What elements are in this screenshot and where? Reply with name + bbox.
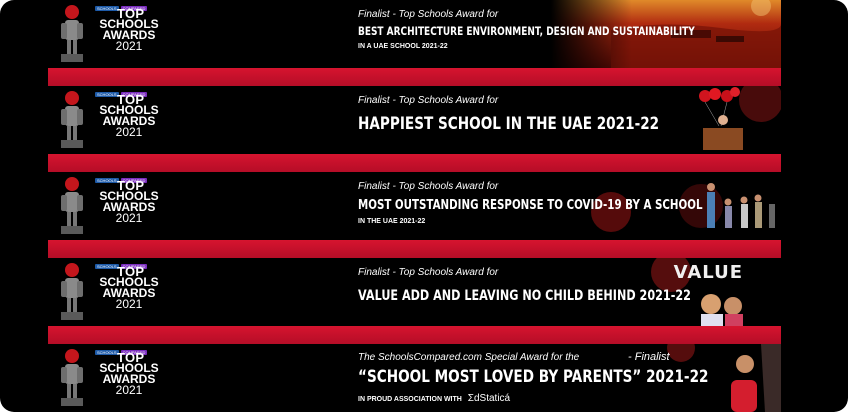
top-schools-awards-logo: SCHOOLS COMPARED TOP SCHOOLS AWARDS 2021 [48,86,168,154]
top-schools-awards-logo: SCHOOLS COMPARED TOP SCHOOLS AWARDS 2021 [48,0,168,68]
award-text: Finalist - Top Schools Award for HAPPIES… [356,86,696,154]
logo-wordmark: TOP SCHOOLS AWARDS 2021 [95,7,163,53]
award-title: MOST OUTSTANDING RESPONSE TO COVID-19 BY… [358,198,703,213]
trophy-icon [61,349,83,406]
award-text: The SchoolsCompared.com Special Award fo… [356,344,709,412]
award-title: BEST ARCHITECTURE ENVIRONMENT, DESIGN AN… [358,24,695,38]
logo-wordmark: TOP SCHOOLS AWARDS 2021 [95,179,163,225]
award-kicker: Finalist - Top Schools Award for [358,95,499,106]
divider-bar [48,154,781,172]
award-text: Finalist - Top Schools Award for BEST AR… [356,0,696,68]
award-kicker: The SchoolsCompared.com Special Award fo… [358,352,580,363]
logo-line-4: 2021 [115,39,143,53]
award-banner-happiest: SCHOOLS COMPARED TOP SCHOOLS AWARDS 2021… [48,86,781,154]
award-kicker: Finalist - Top Schools Award for [358,181,499,192]
award-banner-covid: SCHOOLS COMPARED TOP SCHOOLS AWARDS 2021… [48,172,781,240]
award-kicker: Finalist - Top Schools Award for [358,267,499,278]
logo-wordmark: TOP SCHOOLS AWARDS 2021 [95,351,163,397]
awards-banner-stack: SCHOOLS COMPARED TOP SCHOOLS AWARDS 2021… [0,0,848,412]
top-schools-awards-logo: SCHOOLS COMPARED TOP SCHOOLS AWARDS 2021 [48,258,168,326]
divider-bar [48,326,781,344]
logo-line-4: 2021 [115,383,143,397]
top-schools-awards-logo: SCHOOLS COMPARED TOP SCHOOLS AWARDS 2021 [48,344,168,412]
logo-line-4: 2021 [115,211,143,225]
logo-wordmark: TOP SCHOOLS AWARDS 2021 [95,265,163,311]
trophy-icon [61,91,83,148]
association-text: IN PROUD ASSOCIATION WITH [358,396,462,403]
award-text: Finalist - Top Schools Award for VALUE A… [356,258,696,326]
award-subtitle: IN A UAE SCHOOL 2021-22 [358,43,448,50]
top-schools-awards-logo: SCHOOLS COMPARED TOP SCHOOLS AWARDS 2021 [48,172,168,240]
award-kicker: Finalist - Top Schools Award for [358,9,499,20]
trophy-icon [61,263,83,320]
logo-wordmark: TOP SCHOOLS AWARDS 2021 [95,93,163,139]
award-title: VALUE ADD AND LEAVING NO CHILD BEHIND 20… [358,288,691,304]
award-title: “SCHOOL MOST LOVED BY PARENTS” 2021-22 [358,367,709,387]
edstatica-logo: ΣdStaticá [467,393,511,404]
award-subtitle: IN PROUD ASSOCIATION WITH ΣdStaticá [358,393,510,404]
divider-bar [48,68,781,86]
trophy-icon [61,177,83,234]
award-text: Finalist - Top Schools Award for MOST OU… [356,172,703,240]
divider-bar [48,240,781,258]
award-kicker-right: - Finalist [628,351,670,363]
award-title: HAPPIEST SCHOOL IN THE UAE 2021-22 [358,114,660,134]
award-banner-loved-by-parents: SCHOOLS COMPARED TOP SCHOOLS AWARDS 2021… [48,344,781,412]
trophy-icon [61,5,83,62]
award-banner-value-add: VALUE SCHOOLS COMPARED TOP SCHOOLS AWARD… [48,258,781,326]
logo-line-4: 2021 [115,297,143,311]
award-subtitle: IN THE UAE 2021-22 [358,218,426,225]
award-banner-architecture: SCHOOLS COMPARED TOP SCHOOLS AWARDS 2021… [48,0,781,68]
logo-line-4: 2021 [115,125,143,139]
